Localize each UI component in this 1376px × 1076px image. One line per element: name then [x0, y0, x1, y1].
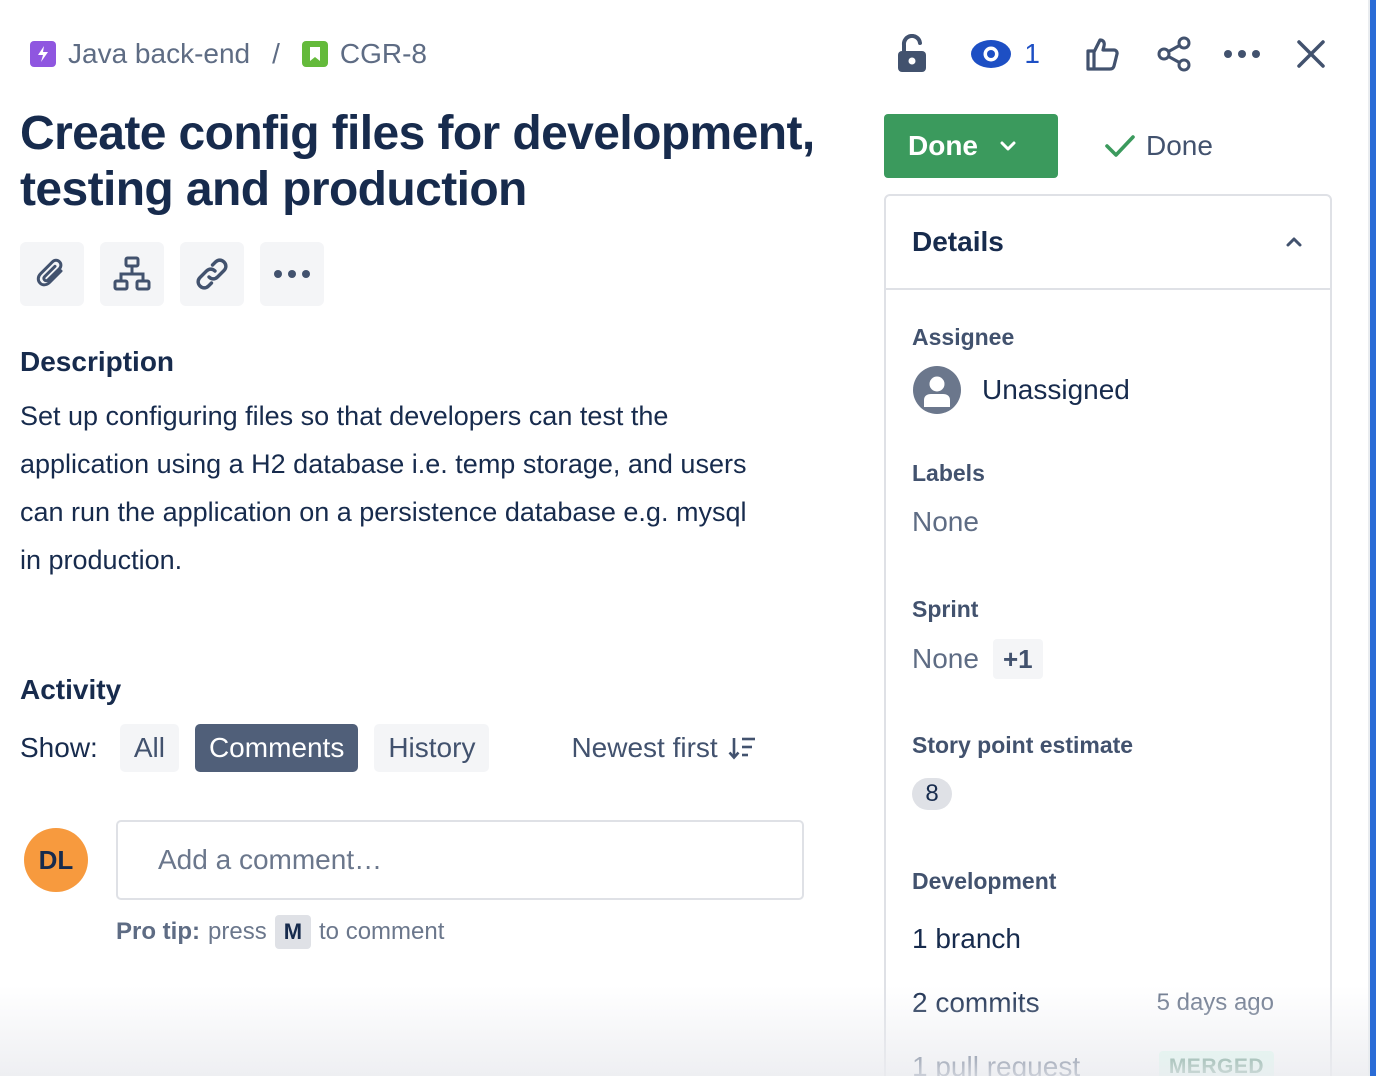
- status-label: Done: [908, 130, 978, 161]
- chevron-up-icon: [1286, 237, 1302, 247]
- dev-commits-row[interactable]: 2 commits 5 days ago: [912, 982, 1274, 1024]
- vote-button[interactable]: [1082, 30, 1122, 78]
- filter-comments[interactable]: Comments: [194, 724, 359, 772]
- attachment-icon: [36, 258, 63, 287]
- show-label: Show:: [20, 732, 98, 763]
- issue-toolbar: 1: [890, 30, 1328, 78]
- details-title: Details: [912, 226, 1004, 257]
- pr-status-badge: MERGED: [1158, 1051, 1274, 1076]
- close-icon: [1297, 40, 1325, 68]
- share-icon: [1157, 36, 1191, 72]
- description-body[interactable]: Set up configuring files so that develop…: [20, 392, 760, 584]
- link-issue-button[interactable]: [180, 242, 244, 306]
- breadcrumb-separator: /: [272, 38, 280, 69]
- story-points-badge: 8: [912, 778, 952, 810]
- project-icon: [30, 41, 56, 67]
- dev-branch-row[interactable]: 1 branch: [912, 918, 1274, 960]
- thumbs-up-icon: [1086, 38, 1119, 71]
- dev-commits-time: 5 days ago: [1156, 989, 1274, 1016]
- link-icon: [196, 258, 228, 290]
- hierarchy-icon: [113, 256, 151, 291]
- assignee-value: Unassigned: [982, 374, 1130, 405]
- filter-history[interactable]: History: [374, 724, 490, 772]
- lock-button[interactable]: [890, 30, 934, 78]
- assignee-field[interactable]: Unassigned: [912, 364, 1130, 416]
- more-icon: [1224, 50, 1260, 58]
- pro-tip-suffix: to comment: [319, 918, 445, 945]
- issue-title[interactable]: Create config files for development, tes…: [20, 106, 820, 218]
- sort-order-label: Newest first: [571, 732, 718, 763]
- breadcrumb-project[interactable]: Java back-end: [30, 38, 250, 70]
- status-button[interactable]: Done: [884, 114, 1058, 178]
- labels-label: Labels: [912, 460, 985, 486]
- story-points-field[interactable]: 8: [912, 778, 952, 810]
- attach-button[interactable]: [20, 242, 84, 306]
- sprint-extra-chip[interactable]: +1: [992, 639, 1043, 679]
- dev-pull-request: 1 pull request: [912, 1051, 1081, 1076]
- comment-input[interactable]: [116, 820, 804, 900]
- child-issue-button[interactable]: [100, 242, 164, 306]
- sprint-value: None: [912, 643, 979, 674]
- breadcrumb-issue-key[interactable]: CGR-8: [301, 38, 428, 70]
- dev-branch: 1 branch: [912, 923, 1021, 954]
- resolution: Done: [1104, 124, 1213, 168]
- issue-view: Java back-end / CGR-8 1 Create config fi…: [0, 0, 1376, 1076]
- pro-tip-label: Pro tip:: [116, 918, 200, 945]
- watchers-count: 1: [1024, 38, 1040, 69]
- watch-button[interactable]: 1: [970, 30, 1040, 78]
- sprint-field[interactable]: None +1: [912, 638, 1043, 680]
- breadcrumb-issue-key-label: CGR-8: [339, 38, 428, 69]
- dev-commits: 2 commits: [912, 987, 1040, 1018]
- story-icon: [301, 41, 328, 67]
- chevron-down-icon: [1000, 141, 1016, 151]
- activity-filters: Show: All Comments History Newest first: [20, 724, 756, 772]
- assignee-label: Assignee: [912, 324, 1015, 350]
- share-button[interactable]: [1154, 30, 1194, 78]
- window-edge: [1370, 0, 1376, 1076]
- description-heading: Description: [20, 346, 175, 377]
- resolution-label: Done: [1146, 130, 1213, 161]
- avatar-placeholder-icon: [913, 366, 961, 414]
- checkmark-icon: [1105, 135, 1135, 157]
- issue-actions: [20, 242, 324, 306]
- lock-icon: [898, 34, 927, 72]
- shortcut-key: M: [274, 915, 312, 949]
- more-actions-button[interactable]: [1222, 30, 1262, 78]
- labels-value[interactable]: None: [912, 506, 979, 538]
- close-button[interactable]: [1294, 30, 1328, 78]
- eye-icon: [971, 40, 1012, 68]
- development-label: Development: [912, 868, 1057, 894]
- filter-all[interactable]: All: [119, 724, 179, 772]
- story-points-label: Story point estimate: [912, 732, 1134, 758]
- sort-icon: [728, 737, 755, 760]
- details-panel: Details Assignee Unassigned Labels None …: [884, 194, 1332, 1076]
- more-icon: [274, 270, 310, 278]
- sort-order-button[interactable]: Newest first: [571, 732, 755, 764]
- breadcrumb: Java back-end / CGR-8: [30, 36, 427, 72]
- activity-heading: Activity: [20, 674, 122, 705]
- details-header[interactable]: Details: [886, 196, 1330, 290]
- dev-pr-row[interactable]: 1 pull request MERGED: [912, 1046, 1274, 1076]
- sprint-label: Sprint: [912, 596, 979, 622]
- pro-tip: Pro tip: press M to comment: [116, 914, 444, 950]
- current-user-avatar[interactable]: DL: [24, 828, 88, 892]
- breadcrumb-project-label: Java back-end: [68, 38, 251, 69]
- pro-tip-press: press: [208, 918, 267, 945]
- more-issue-actions-button[interactable]: [260, 242, 324, 306]
